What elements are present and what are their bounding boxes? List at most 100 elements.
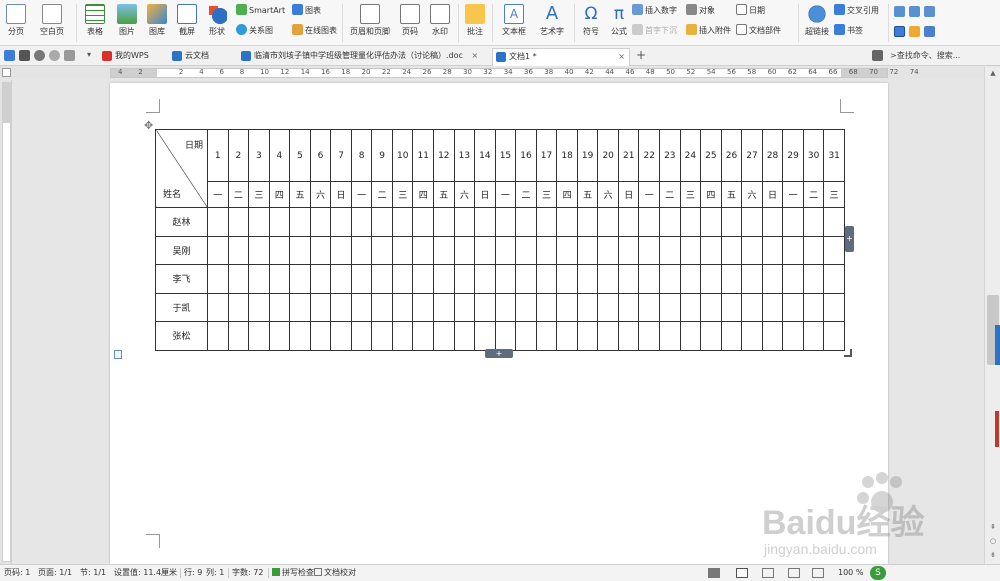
weekday-cell[interactable]: 日	[761, 181, 784, 208]
attendance-cell[interactable]	[802, 264, 825, 294]
add-column-icon[interactable]: +	[845, 226, 854, 252]
weekday-cell[interactable]: 二	[371, 181, 393, 208]
weekday-cell[interactable]: 五	[576, 181, 599, 208]
attendance-cell[interactable]	[679, 264, 702, 294]
insert-attachment-button[interactable]: 插入附件	[686, 24, 731, 38]
attendance-cell[interactable]	[782, 292, 804, 322]
attendance-cell[interactable]	[371, 207, 393, 237]
attendance-cell[interactable]	[617, 235, 640, 265]
attendance-cell[interactable]	[823, 235, 845, 265]
weekday-cell[interactable]: 一	[207, 181, 229, 208]
day-cell[interactable]: 13	[453, 129, 476, 182]
select-browse-icon[interactable]: ○	[988, 537, 998, 546]
attendance-cell[interactable]	[720, 235, 743, 265]
attendance-cell[interactable]	[659, 321, 681, 351]
weekday-cell[interactable]: 四	[412, 181, 435, 208]
cross-ref-button[interactable]: 交叉引用	[834, 4, 879, 18]
day-cell[interactable]: 19	[576, 129, 599, 182]
attendance-cell[interactable]	[474, 292, 496, 322]
tab-doc-evaluation[interactable]: 临清市刘垓子镇中学班级管理量化评估办法（讨论稿）.doc ×	[238, 48, 482, 66]
day-cell[interactable]: 11	[412, 129, 435, 182]
screenshot-button[interactable]: 截屏	[174, 4, 200, 37]
day-cell[interactable]: 6	[309, 129, 332, 182]
attendance-cell[interactable]	[350, 264, 373, 294]
attendance-cell[interactable]	[597, 292, 619, 322]
attendance-cell[interactable]	[741, 235, 763, 265]
weekday-cell[interactable]: 三	[679, 181, 702, 208]
attendance-cell[interactable]	[494, 264, 517, 294]
table-move-icon[interactable]: ✥	[144, 119, 153, 132]
attendance-cell[interactable]	[741, 207, 763, 237]
attendance-cell[interactable]	[556, 292, 578, 322]
student-name-cell[interactable]: 赵林	[155, 207, 208, 237]
date-button[interactable]: 日期	[736, 4, 765, 18]
attendance-cell[interactable]	[638, 235, 661, 265]
attendance-cell[interactable]	[782, 207, 804, 237]
lock-icon[interactable]	[924, 26, 935, 37]
page-view-icon[interactable]	[736, 568, 748, 578]
attendance-cell[interactable]	[207, 292, 229, 322]
print-icon[interactable]	[19, 50, 30, 61]
weekday-cell[interactable]: 三	[535, 181, 558, 208]
close-icon[interactable]: ×	[618, 49, 625, 65]
attendance-cell[interactable]	[494, 321, 517, 351]
attendance-cell[interactable]	[720, 207, 743, 237]
weekday-cell[interactable]: 日	[330, 181, 352, 208]
attendance-cell[interactable]	[433, 321, 455, 351]
attendance-cell[interactable]	[823, 321, 845, 351]
weekday-cell[interactable]: 六	[741, 181, 763, 208]
day-cell[interactable]: 3	[248, 129, 270, 182]
attendance-cell[interactable]	[412, 207, 435, 237]
attendance-cell[interactable]	[350, 207, 373, 237]
attendance-cell[interactable]	[433, 207, 455, 237]
day-cell[interactable]: 8	[350, 129, 373, 182]
attendance-cell[interactable]	[515, 321, 537, 351]
day-cell[interactable]: 15	[494, 129, 517, 182]
day-cell[interactable]: 2	[227, 129, 250, 182]
day-cell[interactable]: 1	[207, 129, 229, 182]
repeat-icon[interactable]	[64, 50, 75, 61]
attendance-cell[interactable]	[556, 207, 578, 237]
attendance-cell[interactable]	[371, 264, 393, 294]
attendance-cell[interactable]	[638, 292, 661, 322]
smartart-button[interactable]: SmartArt	[236, 4, 285, 18]
attendance-cell[interactable]	[617, 207, 640, 237]
vertical-ruler[interactable]	[0, 80, 12, 564]
attendance-cell[interactable]	[453, 235, 476, 265]
attendance-cell[interactable]	[391, 235, 414, 265]
attendance-cell[interactable]	[823, 292, 845, 322]
attendance-cell[interactable]	[535, 235, 558, 265]
header-footer-button[interactable]: 页眉和页脚	[346, 4, 394, 37]
chart-button[interactable]: 图表	[292, 4, 321, 18]
attendance-cell[interactable]	[248, 264, 270, 294]
attendance-cell[interactable]	[350, 235, 373, 265]
attendance-cell[interactable]	[720, 321, 743, 351]
attendance-cell[interactable]	[289, 292, 311, 322]
attendance-table[interactable]: 日期 姓名 1 2 3 4 5 6 7 8 9 10 11 12 13 14 15 16 17 18 19 20 21 22 2…	[155, 129, 845, 351]
student-name-cell[interactable]: 吴刚	[155, 235, 208, 265]
day-cell[interactable]: 16	[515, 129, 537, 182]
weekday-cell[interactable]: 日	[474, 181, 496, 208]
attendance-cell[interactable]	[371, 292, 393, 322]
reading-view-icon[interactable]	[762, 568, 774, 578]
day-cell[interactable]: 29	[782, 129, 804, 182]
attendance-cell[interactable]	[720, 264, 743, 294]
weekday-cell[interactable]: 二	[802, 181, 825, 208]
attendance-cell[interactable]	[433, 264, 455, 294]
attendance-cell[interactable]	[248, 292, 270, 322]
input-method-icon[interactable]: S	[870, 566, 886, 580]
attendance-cell[interactable]	[535, 207, 558, 237]
outline-view-icon[interactable]	[788, 568, 800, 578]
attendance-cell[interactable]	[720, 292, 743, 322]
attendance-cell[interactable]	[453, 292, 476, 322]
textbox-button[interactable]: A 文本框	[496, 4, 532, 37]
symbol-button[interactable]: Ω 符号	[578, 4, 604, 37]
weekday-cell[interactable]: 六	[597, 181, 619, 208]
attendance-cell[interactable]	[576, 292, 599, 322]
attendance-cell[interactable]	[412, 292, 435, 322]
attendance-cell[interactable]	[782, 235, 804, 265]
day-cell[interactable]: 26	[720, 129, 743, 182]
day-cell[interactable]: 22	[638, 129, 661, 182]
day-cell[interactable]: 24	[679, 129, 702, 182]
attendance-cell[interactable]	[412, 264, 435, 294]
